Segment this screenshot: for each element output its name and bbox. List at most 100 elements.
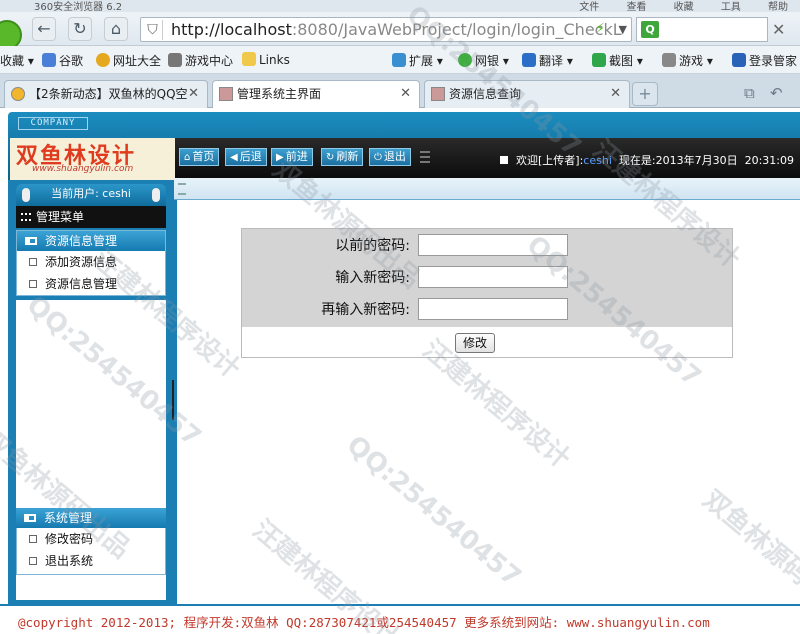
- page-footer: @copyright 2012-2013; 程序开发:双鱼林 QQ:287307…: [0, 604, 800, 634]
- bookmark-web-directory[interactable]: 网址大全: [96, 52, 161, 69]
- logo-site: www.shuangyulin.com: [32, 164, 134, 174]
- browser-title-bar: 360安全浏览器 6.2 文件 查看 收藏 工具 帮助: [0, 0, 800, 13]
- old-password-row: 以前的密码:: [242, 231, 732, 259]
- controller-icon: [662, 53, 676, 67]
- copyright-text: @copyright 2012-2013; 程序开发:双鱼林 QQ:287307…: [18, 615, 710, 630]
- bookmark-screenshot[interactable]: 截图 ▾: [592, 52, 643, 69]
- bookmark-games[interactable]: 游戏 ▾: [662, 52, 713, 69]
- now-label: 现在是:: [618, 154, 656, 167]
- system-group-header[interactable]: 系统管理: [16, 508, 166, 528]
- tab-close-icon[interactable]: ✕: [400, 81, 411, 107]
- change-password-form: 以前的密码: 输入新密码: 再输入新密码: 修改: [241, 228, 733, 358]
- app-page: COMPANY 双鱼林设计 www.shuangyulin.com ⌂ 首页 ◀ 后…: [0, 108, 800, 634]
- chevron-down-icon[interactable]: ▼: [619, 18, 627, 41]
- sidebar: 当前用户: ceshi 管理菜单 资源信息管理 添加资源信息 资源信息管理 系统…: [8, 180, 174, 604]
- bookmark-google[interactable]: 谷歌: [42, 52, 83, 69]
- grip-icon: [178, 183, 186, 195]
- shield-icon[interactable]: ⛉: [143, 20, 163, 40]
- new-password-field[interactable]: [418, 266, 568, 288]
- tab-qq-space[interactable]: 【2条新动态】双鱼林的QQ空 ✕: [4, 80, 208, 108]
- old-password-label: 以前的密码:: [335, 238, 410, 254]
- content-bar: [174, 178, 800, 200]
- pin-icon: [152, 188, 160, 202]
- submit-button[interactable]: 修改: [455, 333, 495, 353]
- tab-admin-main[interactable]: 管理系统主界面 ✕: [212, 80, 420, 109]
- back-button[interactable]: ◀ 后退: [225, 148, 267, 166]
- forward-button[interactable]: ▶ 前进: [271, 148, 313, 166]
- grid-icon: [392, 53, 406, 67]
- sidebar-item-logout[interactable]: 退出系统: [17, 550, 165, 572]
- home-button[interactable]: ⌂ 首页: [179, 148, 220, 166]
- globe-icon: [96, 53, 110, 67]
- key-icon: [732, 53, 746, 67]
- confirm-password-label: 再输入新密码:: [321, 302, 410, 318]
- home-icon[interactable]: ⌂: [104, 17, 128, 41]
- folder-icon: [24, 514, 36, 522]
- confirm-password-field[interactable]: [418, 298, 568, 320]
- main-content: 以前的密码: 输入新密码: 再输入新密码: 修改: [174, 178, 800, 604]
- pin-icon: [22, 188, 30, 202]
- bookmark-translate[interactable]: 翻译 ▾: [522, 52, 573, 69]
- page-icon: [431, 87, 445, 101]
- forward-arrow-icon: ▶: [276, 152, 284, 163]
- bookmark-login-manager[interactable]: 登录管家: [732, 52, 797, 69]
- refresh-button[interactable]: ↻ 刷新: [321, 148, 364, 166]
- undo-arrow-icon[interactable]: ↶: [770, 84, 783, 102]
- sidebar-item-add-resource[interactable]: 添加资源信息: [17, 251, 165, 273]
- tab-resource-query[interactable]: 资源信息查询 ✕: [424, 80, 630, 108]
- bank-icon: [458, 53, 472, 67]
- app-header: COMPANY 双鱼林设计 www.shuangyulin.com ⌂ 首页 ◀ 后…: [8, 112, 800, 184]
- lightning-icon[interactable]: ⚡: [595, 18, 605, 41]
- bookmark-links[interactable]: Links: [242, 52, 290, 67]
- sidebar-item-change-password[interactable]: 修改密码: [17, 528, 165, 550]
- sidebar-footer: [16, 574, 166, 600]
- confirm-password-row: 再输入新密码:: [242, 295, 732, 323]
- bookmark-extensions[interactable]: 扩展 ▾: [392, 52, 443, 69]
- bookmark-game-center[interactable]: 游戏中心: [168, 52, 233, 69]
- new-password-row: 输入新密码:: [242, 263, 732, 291]
- page-icon: [219, 87, 233, 101]
- refresh-icon: ↻: [326, 152, 335, 163]
- document-icon: [29, 535, 37, 543]
- welcome-prefix: 欢迎[上传者]:: [516, 154, 584, 167]
- url-path: :8080/JavaWebProject/login/login_CheckL: [291, 20, 622, 39]
- welcome-text: 欢迎[上传者]:ceshi 现在是:2013年7月30日 20:31:09: [500, 152, 794, 168]
- star-icon: [11, 87, 25, 101]
- back-arrow-icon: ◀: [230, 152, 238, 163]
- bookmarks-bar: 收藏 ▾ 谷歌 网址大全 游戏中心 Links 扩展 ▾ 网银 ▾ 翻译 ▾ 截…: [0, 46, 800, 74]
- url-text: http://localhost:8080/JavaWebProject/log…: [171, 18, 622, 41]
- refresh-icon[interactable]: ↻: [68, 17, 92, 41]
- tab-close-icon[interactable]: ✕: [188, 81, 199, 107]
- folder-icon: [242, 52, 256, 66]
- old-password-field[interactable]: [418, 234, 568, 256]
- company-tag: COMPANY: [18, 117, 88, 130]
- bookmark-online-banking[interactable]: 网银 ▾: [458, 52, 509, 69]
- sidebar-item-resource-management[interactable]: 资源信息管理: [17, 273, 165, 295]
- folder-icon: [25, 237, 37, 245]
- tab-strip: 【2条新动态】双鱼林的QQ空 ✕ 管理系统主界面 ✕ 资源信息查询 ✕ + ⧉ …: [0, 74, 800, 109]
- home-icon: ⌂: [184, 152, 191, 163]
- current-user-bar: 当前用户: ceshi: [16, 184, 166, 206]
- current-date: 2013年7月30日: [655, 154, 738, 167]
- bookmark-favorites[interactable]: 收藏 ▾: [0, 52, 34, 69]
- close-icon[interactable]: ✕: [772, 20, 785, 39]
- new-tab-plus-icon[interactable]: +: [632, 82, 658, 106]
- current-user: 当前用户: ceshi: [51, 187, 131, 200]
- restore-tab-icon[interactable]: ⧉: [744, 84, 755, 102]
- square-icon: [500, 156, 508, 164]
- search-input[interactable]: Q: [636, 17, 768, 42]
- url-bar[interactable]: ⛉ http://localhost:8080/JavaWebProject/l…: [140, 17, 632, 42]
- logout-button[interactable]: ⏻ 退出: [369, 148, 411, 166]
- search-engine-icon[interactable]: Q: [641, 21, 659, 38]
- resource-group-header[interactable]: 资源信息管理: [17, 231, 165, 251]
- tab-close-icon[interactable]: ✕: [610, 81, 621, 107]
- grip-icon: [420, 151, 430, 163]
- document-icon: [29, 258, 37, 266]
- menu-grid-icon: [21, 213, 31, 221]
- tab-label: 【2条新动态】双鱼林的QQ空: [29, 87, 188, 101]
- app-toolbar: ⌂ 首页 ◀ 后退 ▶ 前进 ↻ 刷新 ⏻ 退出 欢迎[上传者]:ceshi 现在是:20…: [175, 138, 800, 180]
- url-host: http://localhost: [171, 20, 292, 39]
- back-arrow-icon[interactable]: ←: [32, 17, 56, 41]
- new-password-label: 输入新密码:: [335, 270, 410, 286]
- tab-label: 管理系统主界面: [237, 87, 322, 101]
